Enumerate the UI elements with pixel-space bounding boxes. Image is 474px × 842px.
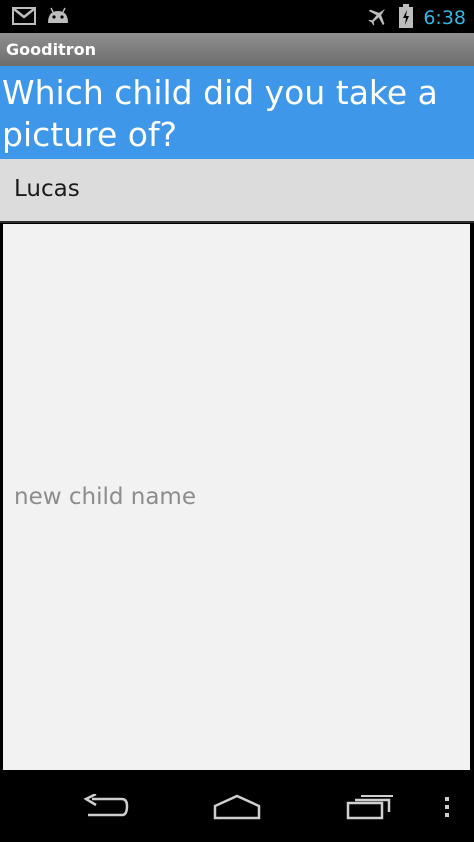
home-icon[interactable] — [211, 794, 263, 824]
clock: 6:38 — [423, 7, 466, 29]
menu-overflow-icon[interactable] — [442, 794, 452, 824]
app-title: Gooditron — [6, 40, 96, 59]
battery-charging-icon — [399, 4, 414, 32]
question-text: Which child did you take a picture of? — [2, 73, 438, 154]
new-child-name-placeholder: new child name — [14, 484, 196, 510]
back-icon[interactable] — [80, 792, 130, 824]
new-child-name-input[interactable]: new child name — [3, 224, 470, 770]
gmail-icon — [12, 6, 36, 30]
child-name-label: Lucas — [14, 176, 80, 202]
child-list-item[interactable]: Lucas — [0, 159, 474, 223]
status-bar: 6:38 — [0, 0, 474, 33]
question-header: Which child did you take a picture of? — [0, 66, 474, 159]
action-bar: Gooditron — [0, 33, 474, 67]
recent-apps-icon[interactable] — [345, 794, 395, 824]
navigation-bar — [0, 772, 474, 842]
airplane-mode-icon — [367, 5, 389, 31]
android-debug-icon — [46, 6, 70, 30]
